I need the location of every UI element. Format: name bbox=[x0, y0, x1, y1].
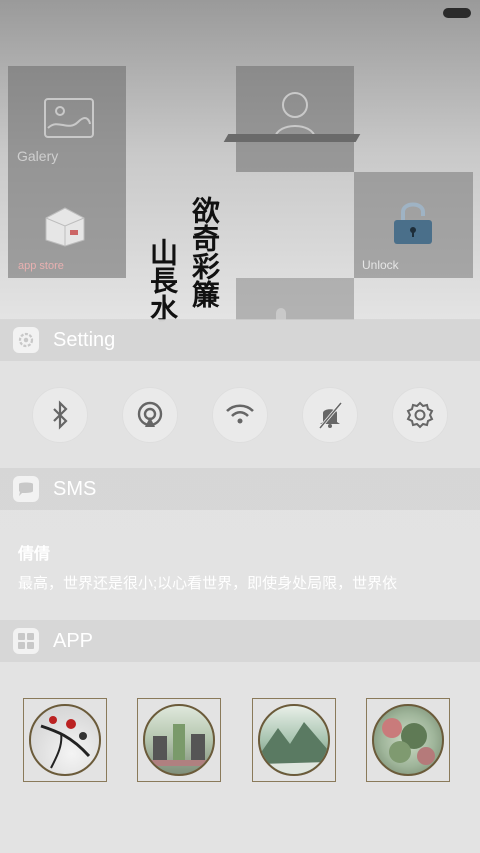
mute-toggle[interactable] bbox=[302, 387, 358, 443]
app-shortcut-4[interactable] bbox=[366, 698, 450, 782]
painting-pavilion-icon bbox=[143, 704, 215, 776]
app-shortcut-1[interactable] bbox=[23, 698, 107, 782]
sms-message-preview[interactable]: 最高，世界还是很小;以心看世界，即使身处局限，世界依 bbox=[18, 572, 464, 593]
contact-shelf bbox=[223, 134, 361, 142]
tile-partial[interactable] bbox=[236, 278, 354, 320]
tile-unlock[interactable]: Unlock bbox=[354, 172, 473, 278]
calligraphy-column-left: 山長水 bbox=[146, 238, 179, 322]
app-header[interactable]: APP bbox=[0, 620, 480, 662]
contact-icon bbox=[273, 92, 317, 139]
setting-header[interactable]: Setting bbox=[0, 319, 480, 361]
tile-galery[interactable]: Galery app store bbox=[8, 66, 126, 278]
sms-sender: 倩倩 bbox=[18, 546, 51, 563]
gear-icon bbox=[406, 401, 434, 429]
painting-forest-icon bbox=[372, 704, 444, 776]
sms-title: SMS bbox=[53, 477, 97, 500]
hotspot-icon bbox=[137, 401, 163, 427]
app-shortcut-3[interactable] bbox=[252, 698, 336, 782]
sms-header-icon bbox=[13, 476, 39, 502]
app-shortcut-2[interactable] bbox=[137, 698, 221, 782]
gallery-icon bbox=[44, 98, 94, 138]
app-title: APP bbox=[53, 629, 94, 652]
painting-landscape-icon bbox=[258, 704, 330, 776]
tile-contact[interactable] bbox=[223, 66, 361, 172]
hotspot-toggle[interactable] bbox=[122, 387, 178, 443]
mute-icon bbox=[318, 402, 343, 429]
lock-icon bbox=[394, 202, 432, 244]
tile-galery-label: Galery bbox=[17, 148, 59, 164]
tile-app-store-label: app store bbox=[18, 260, 64, 272]
wifi-icon bbox=[226, 404, 254, 424]
painting-plum-icon bbox=[29, 704, 101, 776]
sms-message-text: 最高，世界还是很小;以心看世界，即使身处局限，世界依 bbox=[18, 575, 398, 592]
app-header-icon bbox=[13, 628, 39, 654]
bluetooth-toggle[interactable] bbox=[32, 387, 88, 443]
setting-header-icon bbox=[13, 327, 39, 353]
tile-unlock-label: Unlock bbox=[362, 258, 399, 272]
settings-toggle[interactable] bbox=[392, 387, 448, 443]
bluetooth-icon bbox=[53, 400, 68, 430]
sms-header[interactable]: SMS bbox=[0, 468, 480, 510]
box-icon bbox=[45, 207, 85, 247]
calligraphy-column-right: 欲奇彩簾 bbox=[188, 196, 221, 308]
battery-icon bbox=[443, 8, 471, 18]
setting-title: Setting bbox=[53, 328, 116, 351]
wifi-toggle[interactable] bbox=[212, 387, 268, 443]
